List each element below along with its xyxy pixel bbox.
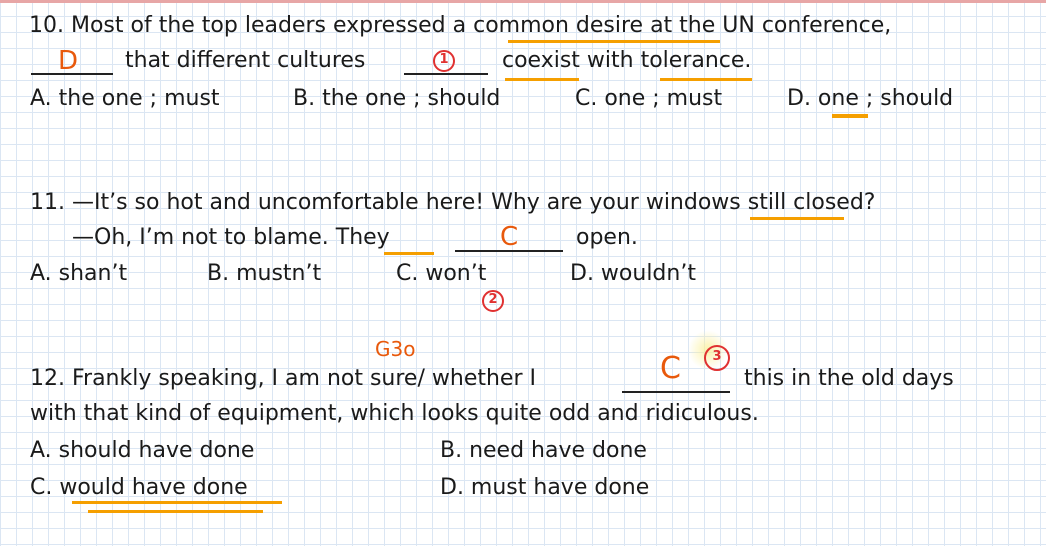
q10-stem-text: 10. Most of the top leaders expressed a … <box>29 13 892 38</box>
q12-line1-end-text: this in the old days <box>744 366 954 391</box>
q12-underline-option-c-2 <box>88 510 263 513</box>
q10-option-d[interactable]: D. one ; should <box>787 83 953 115</box>
q12-option-b[interactable]: B. need have done <box>440 435 647 467</box>
q10-line2-mid-text: that different cultures <box>125 48 366 73</box>
q11-line2-end-text: open. <box>576 225 638 250</box>
q10-option-c[interactable]: C. one ; must <box>575 83 722 115</box>
q10-option-b[interactable]: B. the one ; should <box>293 83 500 115</box>
q12-underline-option-c-1 <box>72 501 282 504</box>
q10-underline-tolerance <box>660 78 752 81</box>
q11-option-c[interactable]: C. won’t <box>396 258 486 290</box>
q10-option-a[interactable]: A. the one ; must <box>30 83 220 115</box>
q12-option-d[interactable]: D. must have done <box>440 472 649 504</box>
q10-circled-mark: 1 <box>433 50 455 72</box>
q11-stem-text: 11. —It’s so hot and uncomfortable here!… <box>30 190 876 215</box>
q10-underline-option-d <box>832 114 868 118</box>
q10-line2-end-text: coexist with tolerance. <box>502 48 752 73</box>
q12-blank[interactable] <box>622 363 730 393</box>
q12-option-c[interactable]: C. would have done <box>30 472 248 504</box>
q11-option-d[interactable]: D. wouldn’t <box>570 258 696 290</box>
q10-underline-common-desire <box>508 40 720 43</box>
q11-option-b[interactable]: B. mustn’t <box>207 258 321 290</box>
top-border-line <box>0 0 1046 3</box>
q12-line2-text: with that kind of equipment, which looks… <box>30 401 759 426</box>
q11-underline-they <box>384 252 434 255</box>
q11-underline-windows <box>750 217 844 220</box>
q12-handwritten-note: G3o <box>375 337 416 361</box>
q11-option-a[interactable]: A. shan’t <box>30 258 127 290</box>
q11-handwritten-answer: C <box>500 222 519 252</box>
q11-line2-start-text: —Oh, I’m not to blame. They <box>72 225 390 250</box>
q12-line1-start-text: 12. Frankly speaking, I am not sure/ whe… <box>30 366 536 391</box>
q10-underline-coexist <box>505 78 579 81</box>
q11-circled-mark: 2 <box>482 290 504 312</box>
q12-option-a[interactable]: A. should have done <box>30 435 254 467</box>
q10-handwritten-answer: D <box>58 46 79 76</box>
